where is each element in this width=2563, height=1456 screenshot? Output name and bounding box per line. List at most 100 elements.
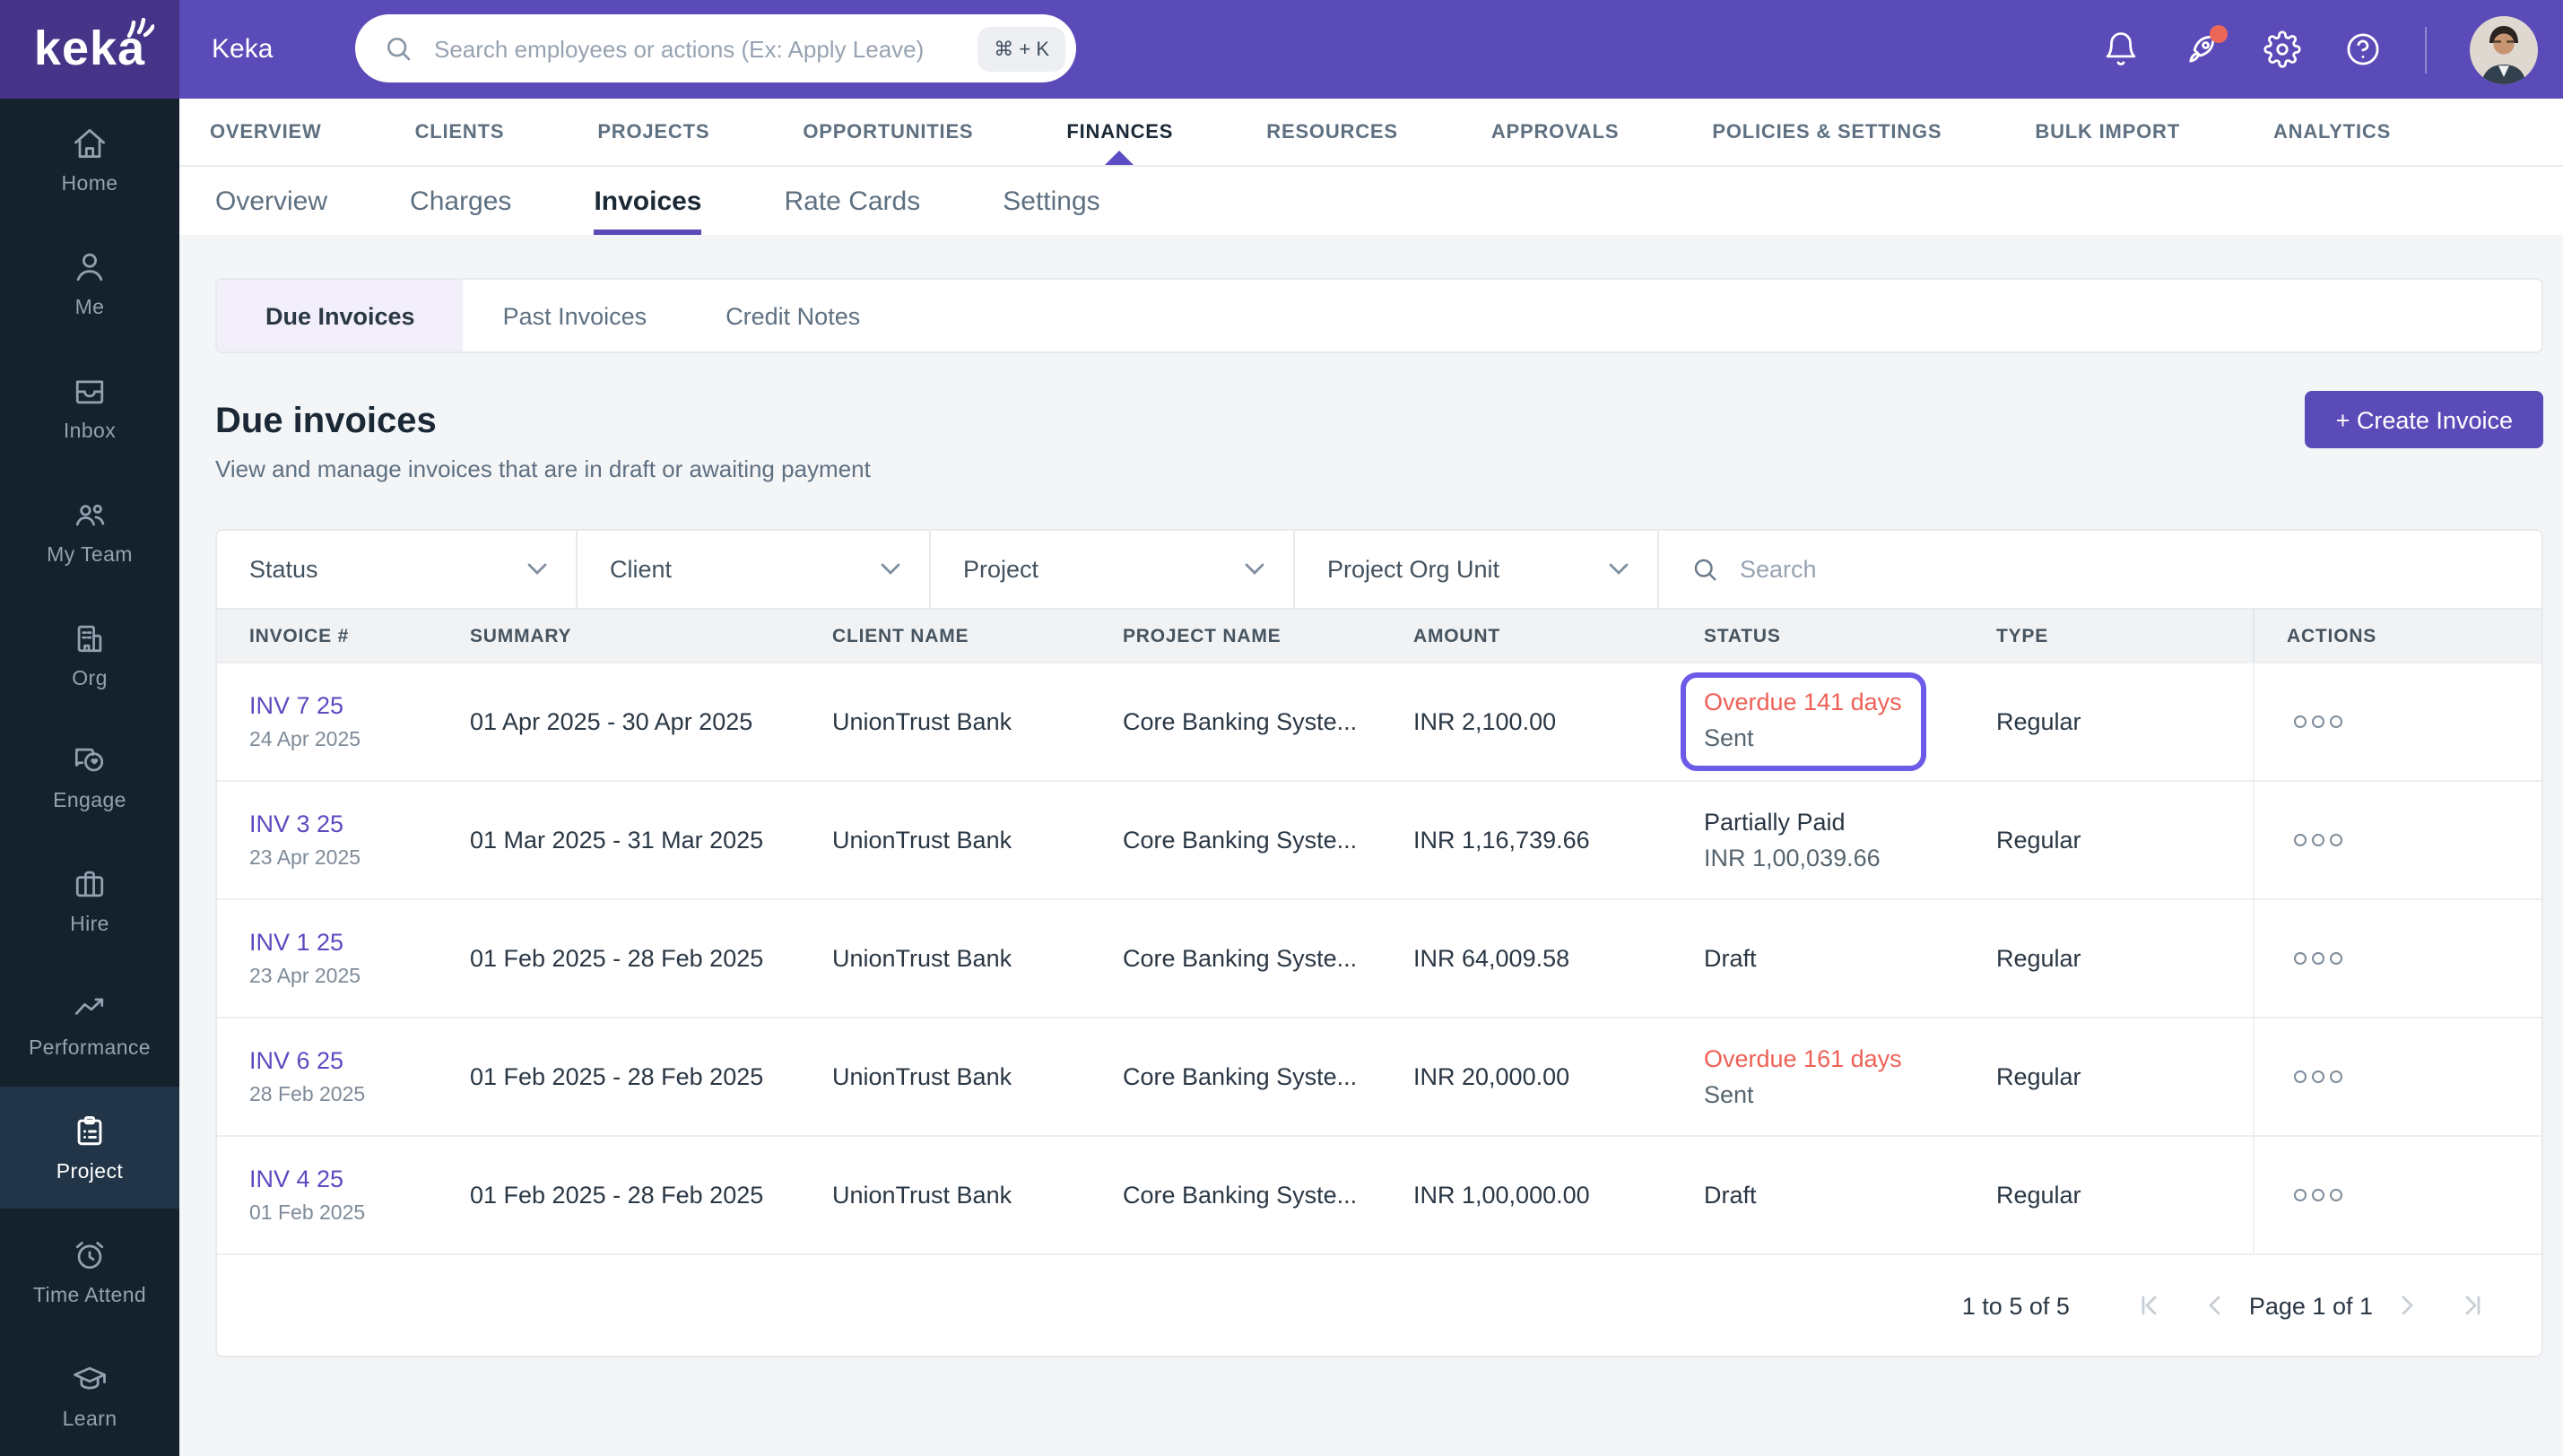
sidebar-item-time-attend[interactable]: Time Attend <box>0 1209 179 1333</box>
invoice-link[interactable]: INV 7 25 <box>249 692 343 719</box>
avatar[interactable] <box>2470 15 2538 83</box>
first-page-icon[interactable] <box>2138 1295 2159 1316</box>
summary-cell: 01 Mar 2025 - 31 Mar 2025 <box>470 827 764 854</box>
invoice-link[interactable]: INV 1 25 <box>249 929 343 956</box>
status-primary: Overdue 161 days <box>1704 1045 1902 1072</box>
sidebar-item-engage[interactable]: Engage <box>0 715 179 839</box>
global-search[interactable]: ⌘ + K <box>355 14 1076 82</box>
active-nav-indicator <box>1105 151 1134 165</box>
sidebar-item-performance[interactable]: Performance <box>0 962 179 1086</box>
invoice-link[interactable]: INV 4 25 <box>249 1166 343 1192</box>
nav-approvals[interactable]: APPROVALS <box>1491 99 1620 165</box>
sidebar-item-hire[interactable]: Hire <box>0 839 179 963</box>
sidebar-item-project[interactable]: Project <box>0 1086 179 1209</box>
table-row: INV 3 25 23 Apr 2025 01 Mar 2025 - 31 Mar… <box>217 780 2541 898</box>
nav-analytics[interactable]: ANALYTICS <box>2273 99 2391 165</box>
help-icon[interactable] <box>2344 30 2382 68</box>
project-filter-dropdown[interactable]: Project <box>931 531 1295 608</box>
bell-icon[interactable] <box>2102 30 2140 68</box>
invoice-tabs: Due Invoices Past Invoices Credit Notes <box>215 278 2543 353</box>
sidebar-item-my-team[interactable]: My Team <box>0 469 179 593</box>
amount-cell: INR 20,000.00 <box>1413 1063 1570 1090</box>
table-search-input[interactable] <box>1736 554 2509 585</box>
people-icon <box>75 504 105 526</box>
gear-icon[interactable] <box>2263 30 2301 68</box>
invoice-date: 23 Apr 2025 <box>249 966 361 988</box>
client-cell: UnionTrust Bank <box>832 1182 1012 1209</box>
invoice-link[interactable]: INV 6 25 <box>249 1047 343 1074</box>
sidebar: Home Me Inbox My Team Org Engage Hire Pe… <box>0 99 179 1456</box>
status-primary: Draft <box>1704 945 1757 972</box>
tab-due-invoices[interactable]: Due Invoices <box>217 280 464 351</box>
sidebar-item-me[interactable]: Me <box>0 222 179 346</box>
nav-opportunities[interactable]: OPPORTUNITIES <box>803 99 973 165</box>
invoice-link[interactable]: INV 3 25 <box>249 810 343 837</box>
project-org-unit-filter-dropdown[interactable]: Project Org Unit <box>1295 531 1659 608</box>
client-cell: UnionTrust Bank <box>832 945 1012 972</box>
project-cell: Core Banking Syste... <box>1123 1063 1358 1090</box>
next-page-icon[interactable] <box>2400 1295 2416 1316</box>
table-search[interactable] <box>1659 531 2541 608</box>
status-highlight-box: Overdue 141 days Sent <box>1681 672 1927 771</box>
keka-logo[interactable]: keka <box>0 0 179 99</box>
sidebar-item-home[interactable]: Home <box>0 99 179 222</box>
row-actions-button[interactable] <box>2287 945 2348 972</box>
briefcase-icon <box>75 871 104 897</box>
grad-cap-icon <box>74 1365 106 1389</box>
trend-icon <box>74 998 104 1015</box>
amount-cell: INR 64,009.58 <box>1413 945 1570 972</box>
client-cell: UnionTrust Bank <box>832 1063 1012 1090</box>
table-row: INV 4 25 01 Feb 2025 01 Feb 2025 - 28 Feb… <box>217 1135 2541 1253</box>
sidebar-item-learn[interactable]: Learn <box>0 1332 179 1456</box>
nav-projects[interactable]: PROJECTS <box>597 99 709 165</box>
subnav-overview[interactable]: Overview <box>215 167 327 235</box>
nav-finances[interactable]: FINANCES <box>1066 99 1173 165</box>
search-icon <box>384 34 413 63</box>
status-secondary: Sent <box>1704 724 1754 751</box>
status-cell: Partially Paid INR 1,00,039.66 <box>1672 809 1964 871</box>
row-actions-button[interactable] <box>2287 1182 2348 1209</box>
row-actions-button[interactable] <box>2287 708 2348 735</box>
status-filter-dropdown[interactable]: Status <box>217 531 578 608</box>
clipboard-icon <box>77 1115 102 1146</box>
sidebar-item-org[interactable]: Org <box>0 593 179 716</box>
pagination-range: 1 to 5 of 5 <box>1961 1292 2070 1319</box>
nav-bulk-import[interactable]: BULK IMPORT <box>2035 99 2180 165</box>
status-primary: Overdue 141 days <box>1704 689 1902 715</box>
status-cell: Overdue 141 days Sent <box>1672 672 1964 771</box>
subnav-settings[interactable]: Settings <box>1003 167 1099 235</box>
row-actions-button[interactable] <box>2287 827 2348 854</box>
chevron-down-icon <box>1245 563 1264 576</box>
top-bar: Keka ⌘ + K <box>179 0 2563 99</box>
tab-credit-notes[interactable]: Credit Notes <box>686 280 899 351</box>
nav-overview[interactable]: OVERVIEW <box>210 99 322 165</box>
subnav-charges[interactable]: Charges <box>410 167 511 235</box>
logo-spark-icon <box>124 14 155 50</box>
last-page-icon[interactable] <box>2463 1295 2484 1316</box>
nav-resources[interactable]: RESOURCES <box>1266 99 1398 165</box>
invoice-date: 01 Feb 2025 <box>249 1203 366 1225</box>
nav-policies-settings[interactable]: POLICIES & SETTINGS <box>1712 99 1942 165</box>
pagination-bar: 1 to 5 of 5 Page 1 of 1 <box>217 1253 2541 1356</box>
row-actions-button[interactable] <box>2287 1063 2348 1090</box>
sidebar-item-inbox[interactable]: Inbox <box>0 345 179 469</box>
summary-cell: 01 Feb 2025 - 28 Feb 2025 <box>470 1063 764 1090</box>
amount-cell: INR 1,00,000.00 <box>1413 1182 1590 1209</box>
subnav-invoices[interactable]: Invoices <box>594 167 702 235</box>
tab-past-invoices[interactable]: Past Invoices <box>464 280 687 351</box>
chat-heart-icon <box>74 749 104 773</box>
create-invoice-button[interactable]: + Create Invoice <box>2305 391 2543 448</box>
table-row: INV 1 25 23 Apr 2025 01 Feb 2025 - 28 Feb… <box>217 898 2541 1017</box>
filter-bar: Status Client Project Project Org Unit <box>217 531 2541 610</box>
global-search-input[interactable] <box>430 33 978 64</box>
project-cell: Core Banking Syste... <box>1123 708 1358 735</box>
rocket-icon[interactable] <box>2183 25 2228 68</box>
summary-cell: 01 Feb 2025 - 28 Feb 2025 <box>470 1182 764 1209</box>
client-filter-dropdown[interactable]: Client <box>578 531 931 608</box>
type-cell: Regular <box>1996 708 2081 735</box>
type-cell: Regular <box>1996 827 2081 854</box>
prev-page-icon[interactable] <box>2206 1295 2222 1316</box>
table-header-row: INVOICE # SUMMARY CLIENT NAME PROJECT NA… <box>217 610 2541 662</box>
subnav-rate-cards[interactable]: Rate Cards <box>785 167 921 235</box>
nav-clients[interactable]: CLIENTS <box>415 99 505 165</box>
